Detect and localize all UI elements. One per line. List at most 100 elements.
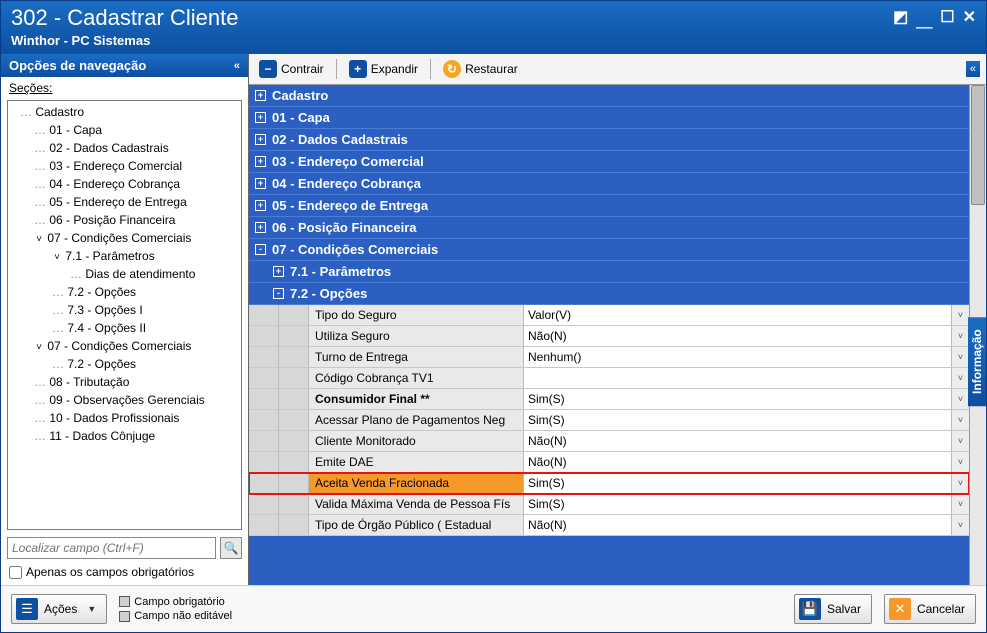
property-grid: +Cadastro+01 - Capa+02 - Dados Cadastrai…: [249, 85, 986, 585]
property-row: Cliente MonitoradoNão(N)˅: [249, 431, 969, 452]
dropdown-button[interactable]: ˅: [951, 410, 969, 430]
property-value[interactable]: Sim(S): [524, 473, 951, 493]
category-row[interactable]: +05 - Endereço de Entrega: [249, 195, 969, 217]
property-value[interactable]: [524, 368, 951, 388]
property-value[interactable]: Nenhum(): [524, 347, 951, 367]
cancel-button[interactable]: ✕ Cancelar: [884, 594, 976, 624]
restore-button[interactable]: ↻ Restaurar: [439, 58, 522, 80]
expand-collapse-icon[interactable]: -: [255, 244, 266, 255]
property-row: Aceita Venda FracionadaSim(S)˅: [249, 473, 969, 494]
property-row: Emite DAENão(N)˅: [249, 452, 969, 473]
expand-collapse-icon[interactable]: +: [255, 90, 266, 101]
dropdown-button[interactable]: ˅: [951, 347, 969, 367]
tree-item[interactable]: ˅ 07 - Condições Comerciais: [8, 229, 241, 247]
expand-button[interactable]: + Expandir: [345, 58, 422, 80]
dropdown-button[interactable]: ˅: [951, 389, 969, 409]
property-value[interactable]: Não(N): [524, 515, 951, 535]
chevron-left-icon[interactable]: «: [234, 60, 240, 72]
tree-item[interactable]: … 09 - Observações Gerenciais: [8, 391, 241, 409]
property-name: Aceita Venda Fracionada: [309, 473, 524, 493]
actions-button[interactable]: ☰ Ações ▼: [11, 594, 107, 624]
dropdown-button[interactable]: ˅: [951, 452, 969, 472]
category-row[interactable]: +Cadastro: [249, 85, 969, 107]
expand-collapse-icon[interactable]: +: [255, 112, 266, 123]
indent: [249, 326, 309, 346]
collapse-right-button[interactable]: «: [966, 61, 980, 77]
expand-collapse-icon[interactable]: +: [255, 222, 266, 233]
property-value[interactable]: Sim(S): [524, 410, 951, 430]
indent: [249, 389, 309, 409]
expand-collapse-icon[interactable]: -: [273, 288, 284, 299]
expand-collapse-icon[interactable]: +: [273, 266, 284, 277]
property-row: Acessar Plano de Pagamentos NegSim(S)˅: [249, 410, 969, 431]
dropdown-button[interactable]: ˅: [951, 515, 969, 535]
category-row[interactable]: -07 - Condições Comerciais: [249, 239, 969, 261]
property-value[interactable]: Sim(S): [524, 389, 951, 409]
expand-label: Expandir: [371, 62, 418, 76]
category-row[interactable]: +04 - Endereço Cobrança: [249, 173, 969, 195]
save-button[interactable]: 💾 Salvar: [794, 594, 872, 624]
minimize-icon[interactable]: ＿: [916, 7, 932, 31]
tree-item[interactable]: … Dias de atendimento: [8, 265, 241, 283]
chevron-down-icon: ▼: [87, 604, 96, 614]
property-value[interactable]: Não(N): [524, 452, 951, 472]
category-row[interactable]: +03 - Endereço Comercial: [249, 151, 969, 173]
nav-tree[interactable]: … Cadastro… 01 - Capa… 02 - Dados Cadast…: [8, 101, 241, 529]
contract-button[interactable]: − Contrair: [255, 58, 328, 80]
tree-item[interactable]: … 11 - Dados Cônjuge: [8, 427, 241, 445]
tree-item[interactable]: … 02 - Dados Cadastrais: [8, 139, 241, 157]
category-row[interactable]: +01 - Capa: [249, 107, 969, 129]
category-label: 7.1 - Parâmetros: [290, 264, 391, 279]
info-tab[interactable]: Informação: [968, 317, 986, 406]
tree-item[interactable]: … 7.2 - Opções: [8, 283, 241, 301]
property-value[interactable]: Não(N): [524, 326, 951, 346]
close-icon[interactable]: ✕: [963, 7, 976, 31]
dropdown-button[interactable]: ˅: [951, 368, 969, 388]
nav-header[interactable]: Opções de navegação «: [1, 54, 248, 77]
tree-item[interactable]: … 7.4 - Opções II: [8, 319, 241, 337]
tree-item[interactable]: … 7.2 - Opções: [8, 355, 241, 373]
expand-collapse-icon[interactable]: +: [255, 200, 266, 211]
category-label: 7.2 - Opções: [290, 286, 367, 301]
tree-item[interactable]: … 7.3 - Opções I: [8, 301, 241, 319]
window-controls: ◩ ＿ ☐ ✕: [893, 1, 976, 31]
dropdown-button[interactable]: ˅: [951, 494, 969, 514]
property-name: Utiliza Seguro: [309, 326, 524, 346]
tree-item[interactable]: ˅ 07 - Condições Comerciais: [8, 337, 241, 355]
legend: Campo obrigatório Campo não editável: [119, 595, 232, 624]
category-row[interactable]: -7.2 - Opções: [249, 283, 969, 305]
dropdown-button[interactable]: ˅: [951, 431, 969, 451]
scrollbar-thumb[interactable]: [971, 85, 985, 205]
tree-item[interactable]: … 01 - Capa: [8, 121, 241, 139]
dropdown-button[interactable]: ˅: [951, 305, 969, 325]
property-value[interactable]: Sim(S): [524, 494, 951, 514]
tree-item[interactable]: ˅ 7.1 - Parâmetros: [8, 247, 241, 265]
only-required-checkbox[interactable]: [9, 566, 22, 579]
edit-icon[interactable]: ◩: [893, 7, 908, 31]
search-button[interactable]: 🔍: [220, 537, 242, 559]
category-row[interactable]: +02 - Dados Cadastrais: [249, 129, 969, 151]
category-row[interactable]: +7.1 - Parâmetros: [249, 261, 969, 283]
tree-item[interactable]: … 03 - Endereço Comercial: [8, 157, 241, 175]
tree-item[interactable]: … 05 - Endereço de Entrega: [8, 193, 241, 211]
dropdown-button[interactable]: ˅: [951, 326, 969, 346]
expand-collapse-icon[interactable]: +: [255, 178, 266, 189]
property-value[interactable]: Não(N): [524, 431, 951, 451]
tree-item[interactable]: … 06 - Posição Financeira: [8, 211, 241, 229]
tree-item[interactable]: … Cadastro: [8, 103, 241, 121]
search-input[interactable]: [7, 537, 216, 559]
window-subtitle: Winthor - PC Sistemas: [11, 33, 238, 48]
tree-item[interactable]: … 10 - Dados Profissionais: [8, 409, 241, 427]
cancel-icon: ✕: [889, 598, 911, 620]
tree-item[interactable]: … 04 - Endereço Cobrança: [8, 175, 241, 193]
tree-item[interactable]: … 08 - Tributação: [8, 373, 241, 391]
expand-collapse-icon[interactable]: +: [255, 134, 266, 145]
category-row[interactable]: +06 - Posição Financeira: [249, 217, 969, 239]
separator: [430, 59, 431, 79]
only-required-label: Apenas os campos obrigatórios: [26, 565, 194, 579]
dropdown-button[interactable]: ˅: [951, 473, 969, 493]
property-value[interactable]: Valor(V): [524, 305, 951, 325]
square-icon: [119, 611, 130, 622]
maximize-icon[interactable]: ☐: [940, 7, 954, 31]
expand-collapse-icon[interactable]: +: [255, 156, 266, 167]
